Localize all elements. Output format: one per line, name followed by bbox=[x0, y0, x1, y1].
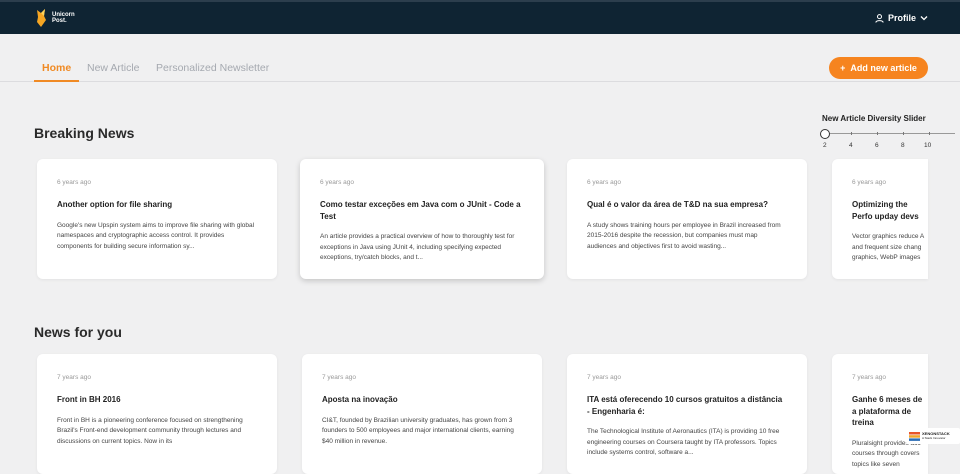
news-card[interactable]: 7 years ago Aposta na inovação CI&T, fou… bbox=[302, 354, 542, 474]
card-title: ITA está oferecendo 10 cursos gratuitos … bbox=[587, 395, 783, 416]
top-navbar: Unicorn Post. Profile bbox=[0, 0, 960, 34]
card-timestamp: 6 years ago bbox=[320, 179, 354, 186]
stack-logo-icon bbox=[909, 431, 920, 441]
profile-label: Profile bbox=[887, 13, 916, 23]
card-description: A study shows training hours per employe… bbox=[587, 221, 781, 250]
card-title: Aposta na inovação bbox=[322, 395, 398, 404]
card-title: Como testar exceções em Java com o JUnit… bbox=[320, 200, 521, 221]
card-timestamp: 7 years ago bbox=[322, 374, 356, 381]
slider-thumb[interactable] bbox=[820, 129, 830, 139]
card-title: Ganhe 6 meses de a plataforma de treina bbox=[852, 395, 923, 427]
slider-tick bbox=[929, 132, 930, 135]
brand-name: Unicorn Post. bbox=[52, 12, 92, 24]
card-description: CI&T, founded by Brazilian university gr… bbox=[322, 416, 514, 445]
card-title: Front in BH 2016 bbox=[57, 395, 121, 404]
watermark-text: XENONSTACK A Stack Innovator bbox=[922, 432, 950, 441]
slider-tick bbox=[877, 132, 878, 135]
brand-name-line2: Post. bbox=[52, 18, 67, 24]
news-card[interactable]: 6 years ago Qual é o valor da área de T&… bbox=[567, 159, 807, 279]
slider-tick-label: 10 bbox=[924, 142, 932, 149]
brand-logo[interactable]: Unicorn Post. bbox=[34, 8, 92, 28]
card-description: An article provides a practical overview… bbox=[320, 233, 515, 261]
card-timestamp: 6 years ago bbox=[587, 179, 621, 186]
add-new-article-button[interactable]: + Add new article bbox=[829, 57, 928, 79]
slider-tick-label: 4 bbox=[849, 142, 853, 149]
chevron-down-icon bbox=[920, 16, 928, 21]
card-description: Vector graphics reduce A and frequent si… bbox=[852, 233, 924, 261]
news-for-you-title: News for you bbox=[34, 324, 122, 340]
slider-tick-label: 8 bbox=[901, 142, 905, 149]
active-tab-indicator bbox=[34, 80, 79, 82]
card-timestamp: 6 years ago bbox=[57, 179, 91, 186]
slider-tick bbox=[903, 132, 904, 135]
tab-bar: Home New Article Personalized Newsletter… bbox=[0, 35, 960, 82]
card-timestamp: 7 years ago bbox=[587, 374, 621, 381]
card-description: Google's new Upspin system aims to impro… bbox=[57, 221, 255, 250]
breaking-news-title: Breaking News bbox=[34, 125, 135, 141]
card-timestamp: 7 years ago bbox=[852, 374, 886, 381]
news-card[interactable]: 7 years ago Front in BH 2016 Front in BH… bbox=[37, 354, 277, 474]
card-title: Optimizing the Perfo upday devs bbox=[852, 200, 919, 221]
card-timestamp: 7 years ago bbox=[57, 374, 91, 381]
user-icon bbox=[875, 13, 884, 23]
news-card[interactable]: 7 years ago ITA está oferecendo 10 curso… bbox=[567, 354, 807, 474]
card-description: Front in BH is a pioneering conference f… bbox=[57, 416, 243, 445]
xenonstack-watermark: XENONSTACK A Stack Innovator bbox=[906, 428, 960, 444]
card-timestamp: 6 years ago bbox=[852, 179, 886, 186]
news-card[interactable]: 6 years ago Another option for file shar… bbox=[37, 159, 277, 279]
card-title: Qual é o valor da área de T&D na sua emp… bbox=[587, 200, 768, 209]
slider-title: New Article Diversity Slider bbox=[822, 114, 926, 123]
slider-tick bbox=[851, 132, 852, 135]
card-title: Another option for file sharing bbox=[57, 200, 173, 209]
slider-track[interactable] bbox=[825, 133, 955, 134]
tab-personalized-newsletter[interactable]: Personalized Newsletter bbox=[156, 62, 269, 74]
tab-home[interactable]: Home bbox=[42, 62, 71, 74]
tab-new-article[interactable]: New Article bbox=[87, 62, 140, 74]
slider-tick-label: 6 bbox=[875, 142, 879, 149]
news-card[interactable]: 7 years ago Ganhe 6 meses de a plataform… bbox=[832, 354, 928, 474]
plus-icon: + bbox=[840, 63, 846, 73]
unicorn-logo-icon bbox=[37, 9, 46, 27]
watermark-line2: A Stack Innovator bbox=[922, 436, 946, 440]
add-new-article-label: Add new article bbox=[850, 63, 917, 73]
slider-tick-label: 2 bbox=[823, 142, 827, 149]
card-description: The Technological Institute of Aeronauti… bbox=[587, 428, 780, 456]
news-card[interactable]: 6 years ago Como testar exceções em Java… bbox=[300, 159, 544, 279]
profile-menu[interactable]: Profile bbox=[875, 13, 928, 23]
diversity-slider[interactable]: New Article Diversity Slider 2 4 6 8 10 bbox=[820, 113, 960, 153]
news-card[interactable]: 6 years ago Optimizing the Perfo upday d… bbox=[832, 159, 928, 279]
